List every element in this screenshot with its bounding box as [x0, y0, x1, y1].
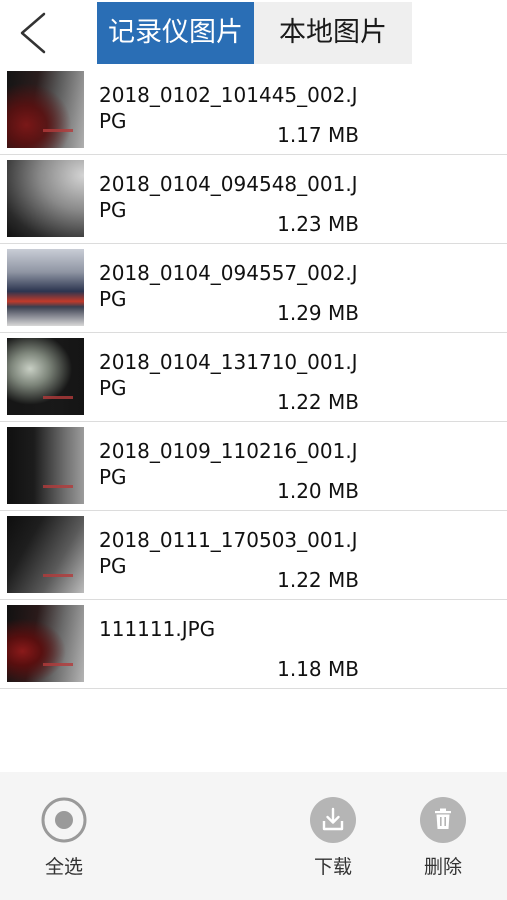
select-all-label: 全选 [44, 856, 83, 878]
delete-button[interactable]: 删除 [403, 796, 483, 879]
file-size: 1.22 MB [277, 390, 359, 414]
tab-recorder-photos[interactable]: 记录仪图片 [97, 2, 254, 64]
file-size: 1.29 MB [277, 301, 359, 325]
tab-local-photos[interactable]: 本地图片 [254, 2, 412, 64]
select-all-button[interactable]: 全选 [24, 796, 104, 879]
file-row[interactable]: 2018_0102_101445_002.JPG 1.17 MB [0, 66, 507, 155]
photo-thumbnail [7, 249, 84, 326]
file-size: 1.18 MB [277, 657, 359, 681]
file-row[interactable]: 2018_0111_170503_001.JPG 1.22 MB [0, 511, 507, 600]
file-size: 1.23 MB [277, 212, 359, 236]
delete-label: 删除 [423, 856, 462, 878]
photo-thumbnail [7, 338, 84, 415]
photo-thumbnail [7, 160, 84, 237]
photo-thumbnail [7, 427, 84, 504]
file-size: 1.20 MB [277, 479, 359, 503]
back-button[interactable] [14, 10, 54, 56]
download-label: 下载 [313, 856, 352, 878]
download-button[interactable]: 下载 [293, 796, 373, 879]
file-row[interactable]: 111111.JPG 1.18 MB [0, 600, 507, 689]
trash-icon [420, 797, 466, 843]
download-icon [310, 797, 356, 843]
top-bar: 记录仪图片 本地图片 [0, 0, 507, 66]
file-size: 1.17 MB [277, 123, 359, 147]
file-list: 2018_0102_101445_002.JPG 1.17 MB 2018_01… [0, 66, 507, 689]
radio-select-icon [41, 797, 87, 843]
file-size: 1.22 MB [277, 568, 359, 592]
photo-thumbnail [7, 71, 84, 148]
file-row[interactable]: 2018_0104_131710_001.JPG 1.22 MB [0, 333, 507, 422]
file-name: 111111.JPG [99, 617, 216, 641]
bottom-toolbar: 全选 下载 删除 [0, 772, 507, 900]
photo-thumbnail [7, 605, 84, 682]
file-row[interactable]: 2018_0109_110216_001.JPG 1.20 MB [0, 422, 507, 511]
chevron-left-icon [20, 12, 46, 54]
file-row[interactable]: 2018_0104_094548_001.JPG 1.23 MB [0, 155, 507, 244]
photo-thumbnail [7, 516, 84, 593]
file-row[interactable]: 2018_0104_094557_002.JPG 1.29 MB [0, 244, 507, 333]
